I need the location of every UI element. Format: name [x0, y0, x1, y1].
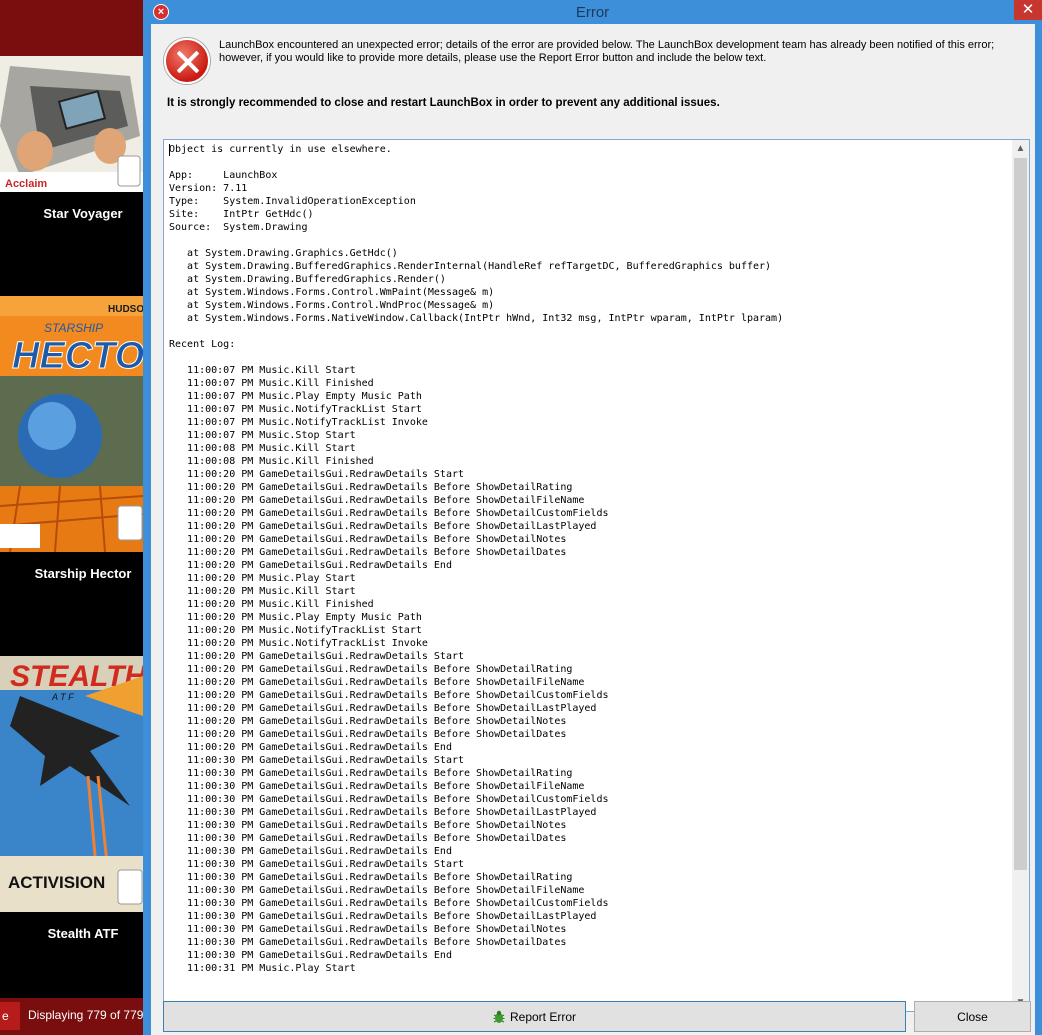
text-caret — [169, 144, 170, 156]
stealth-atf-cover-art: STEALTH A T F ACTIVISION — [0, 656, 143, 912]
activision-logo: ACTIVISION — [8, 873, 105, 892]
close-button-label: Close — [957, 1010, 988, 1024]
background-status-bar: e Displaying 779 of 779 to — [0, 998, 157, 1035]
game-title-starship-hector[interactable]: Starship Hector — [0, 566, 166, 581]
scroll-up-icon[interactable]: ▲ — [1012, 140, 1029, 157]
details-scrollbar[interactable]: ▲ ▼ — [1012, 140, 1029, 1011]
report-error-label: Report Error — [509, 1010, 577, 1024]
launchbox-background: Acclaim Star Voyager HUDSON STARSHIP HEC… — [0, 0, 157, 1035]
game-cover-starship-hector[interactable]: HUDSON STARSHIP HECTOR — [0, 296, 143, 552]
scroll-thumb[interactable] — [1014, 158, 1027, 870]
game-title-star-voyager[interactable]: Star Voyager — [0, 206, 166, 221]
game-title-stealth-atf[interactable]: Stealth ATF — [0, 926, 166, 941]
hudson-logo: HUDSON — [108, 304, 143, 315]
report-error-button[interactable]: Report Error — [163, 1001, 906, 1032]
error-details-textbox[interactable]: Object is currently in use elsewhere. Ap… — [163, 139, 1030, 1012]
error-message: LaunchBox encountered an unexpected erro… — [219, 39, 995, 64]
close-button[interactable]: Close — [914, 1001, 1031, 1032]
restart-warning: It is strongly recommended to close and … — [167, 97, 720, 109]
dialog-client-area: LaunchBox encountered an unexpected erro… — [151, 24, 1035, 1035]
error-circle-icon — [164, 38, 210, 84]
star-voyager-cover-art: Acclaim — [0, 56, 143, 192]
status-button[interactable]: e — [0, 1002, 20, 1030]
game-cover-stealth-atf[interactable]: STEALTH A T F ACTIVISION — [0, 656, 143, 912]
game-cover-star-voyager[interactable]: Acclaim — [0, 56, 143, 192]
starship-hector-cover-art: HUDSON STARSHIP HECTOR — [0, 296, 143, 552]
starship-logo-text: STARSHIP — [44, 321, 103, 335]
dialog-title: Error — [575, 4, 610, 21]
error-dialog: × Error ✕ LaunchBox encountered an unexp… — [143, 0, 1042, 1035]
acclaim-logo: Acclaim — [5, 178, 47, 190]
background-header — [0, 0, 143, 56]
error-details-text[interactable]: Object is currently in use elsewhere. Ap… — [169, 143, 1009, 975]
hector-logo-text: HECTOR — [12, 335, 143, 377]
atf-logo-text: A T F — [51, 692, 74, 702]
status-text: Displaying 779 of 779 to — [28, 1008, 157, 1022]
bug-icon — [493, 1010, 505, 1023]
close-icon[interactable]: ✕ — [1014, 0, 1042, 20]
dialog-titlebar[interactable]: × Error ✕ — [143, 0, 1042, 24]
